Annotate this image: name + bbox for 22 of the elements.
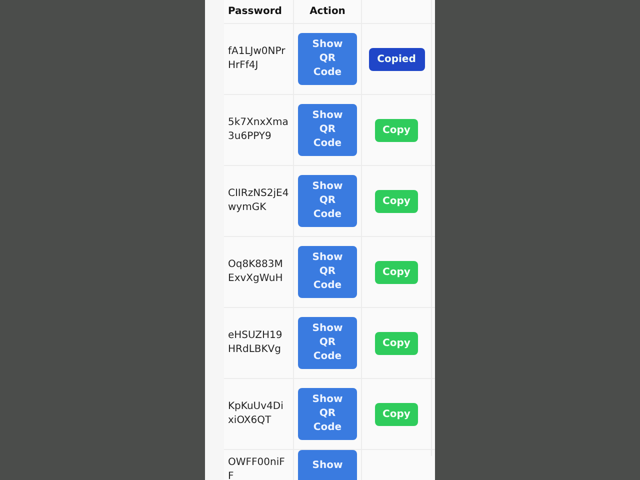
password-text: OWFF00niFF [228,456,286,480]
copy-button[interactable]: Copy [374,332,418,354]
password-text: 5k7XnxXma3u6PPY9 [228,116,289,144]
copy-button[interactable]: Copy [374,118,418,142]
column-header: Password [228,6,282,17]
password-text: KpKuUv4DixiOX6QT [228,400,284,428]
column-header: Action [310,6,346,17]
show-qr-button[interactable]: Show QR Code [298,33,357,85]
show-qr-button[interactable]: Show QR Code [298,388,357,440]
copy-button[interactable]: Copy [374,260,418,284]
show-qr-button[interactable]: Show QR Code [298,317,357,369]
password-text: eHSUZH19HRdLBKVg [228,329,284,357]
password-text: CIIRzNS2jE4wymGK [228,187,289,215]
copy-button[interactable]: Copied [368,48,424,70]
password-text: fA1LJw0NPrHrFf4J [228,45,286,73]
show-qr-button[interactable]: Show QR Code [298,175,357,227]
show-qr-button[interactable]: Show QR Code [298,104,357,156]
show-qr-button[interactable]: Show [298,450,357,480]
copy-button[interactable]: Copy [374,190,418,212]
show-qr-button[interactable]: Show QR Code [298,246,357,298]
password-text: Oq8K883MExvXgWuH [228,258,284,286]
copy-button[interactable]: Copy [374,402,418,426]
